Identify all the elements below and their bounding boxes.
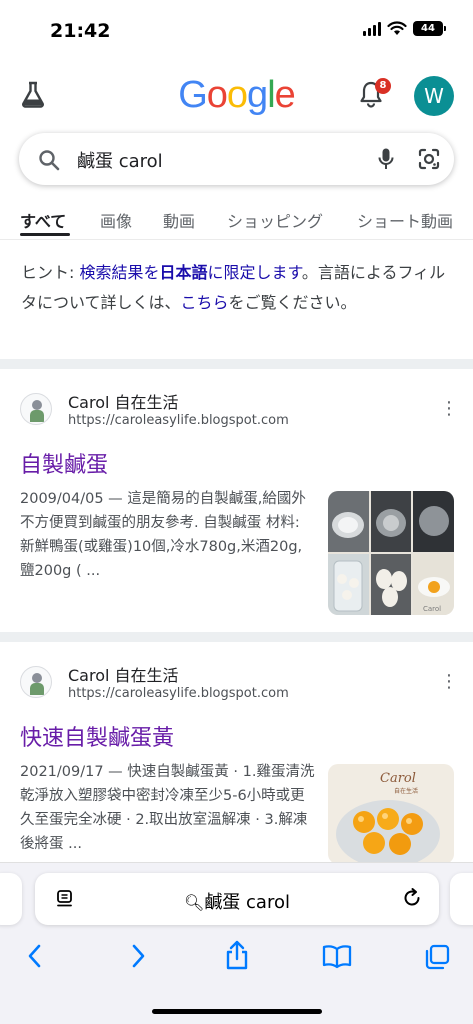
status-time: 21:42 [50,20,111,42]
hint-prefix: ヒント: [21,263,80,282]
address-bar-text: 🔍︎鹹蛋 carol [35,888,439,914]
site-favicon [20,666,52,698]
notification-count-badge: 8 [375,78,391,94]
search-tabs: すべて 画像 動画 ショッピング ショート動画 [0,196,473,240]
hint-restrict-link[interactable]: 検索結果を日本語に限定します [79,263,301,282]
salted-egg-collage-image: Carol [328,491,454,615]
tab-images[interactable]: 画像 [100,208,132,232]
result-title-link[interactable]: 自製鹹蛋 [20,447,108,479]
hint-link-text-1: 検索結果を [79,263,160,282]
hint-suffix: をご覧ください。 [228,293,357,312]
search-icon [39,150,60,171]
tab-short-videos[interactable]: ショート動画 [357,208,453,232]
battery-icon: 44 [413,21,446,36]
google-lens-camera-icon[interactable] [417,147,441,171]
previous-tab-peek[interactable] [0,873,22,925]
result-snippet: 2021/09/17 — 快速自製鹹蛋黃 · 1.雞蛋清洗乾淨放入塑膠袋中密封冷… [20,764,315,852]
logo-letter: e [274,74,296,116]
thumbnail-caption: 自在生活 [394,787,418,795]
active-tab-indicator [20,233,70,236]
result-title-link[interactable]: 快速自製鹹蛋黃 [20,720,174,752]
reload-icon[interactable] [401,887,423,909]
logo-letter: l [267,74,276,116]
status-bar: 21:42 44 [0,0,473,60]
google-logo[interactable]: Google [0,74,473,117]
home-indicator [152,1009,322,1014]
address-bar[interactable]: 🔍︎鹹蛋 carol [35,873,439,925]
salted-egg-yolk-image: Carol 自在生活 [328,764,454,862]
site-url[interactable]: https://caroleasylife.blogspot.com [68,686,289,701]
section-divider [0,359,473,369]
site-name[interactable]: Carol 自在生活 [68,662,179,686]
tab-all[interactable]: すべて [20,208,66,232]
hint-link-text-2: に限定します [207,263,302,282]
result-snippet: 2009/04/05 — 這是簡易的自製鹹蛋,給國外不方便買到鹹蛋的朋友參考. … [20,491,306,579]
next-tab-peek[interactable] [450,873,473,925]
account-avatar[interactable]: W [414,76,454,116]
result-thumbnail[interactable]: Carol [328,491,454,615]
tab-shopping[interactable]: ショッピング [227,208,323,232]
wifi-icon [387,21,407,35]
thumbnail-watermark: Carol [380,771,416,786]
address-search-icon: 🔍︎ [184,893,205,912]
forward-icon[interactable] [127,943,149,969]
logo-letter: o [226,74,248,116]
language-hint: ヒント: 検索結果を日本語に限定します。言語によるフィルタについて詳しくは、こち… [21,258,451,318]
logo-letter: g [247,74,268,116]
more-options-icon[interactable]: ⋮ [440,400,458,418]
hint-here-link[interactable]: こちら [181,293,229,312]
section-divider [0,632,473,642]
logo-letter: o [206,74,228,116]
logo-letter: G [178,74,208,116]
site-favicon [20,393,52,425]
search-result-2: Carol 自在生活 https://caroleasylife.blogspo… [0,642,473,862]
cellular-signal-icon [363,21,381,36]
google-header: Google 8 W [0,66,473,126]
tabs-overview-icon[interactable] [423,943,451,971]
more-options-icon[interactable]: ⋮ [440,673,458,691]
safari-toolbar: 🔍︎鹹蛋 carol [0,862,473,1024]
back-icon[interactable] [24,943,46,969]
search-query-input[interactable]: 鹹蛋 carol [77,147,163,173]
site-name[interactable]: Carol 自在生活 [68,389,179,413]
tab-videos[interactable]: 動画 [163,208,195,232]
site-url[interactable]: https://caroleasylife.blogspot.com [68,413,289,428]
address-query: 鹹蛋 carol [204,892,290,913]
thumbnail-watermark: Carol [423,605,441,613]
bookmarks-book-icon[interactable] [321,943,353,969]
share-icon[interactable] [224,939,250,971]
search-result-1: Carol 自在生活 https://caroleasylife.blogspo… [0,369,473,632]
result-thumbnail[interactable]: Carol 自在生活 [328,764,454,862]
status-icons: 44 [363,21,446,36]
search-box[interactable]: 鹹蛋 carol [19,133,454,185]
hint-link-bold: 日本語 [159,263,208,282]
voice-search-mic-icon[interactable] [377,147,395,171]
